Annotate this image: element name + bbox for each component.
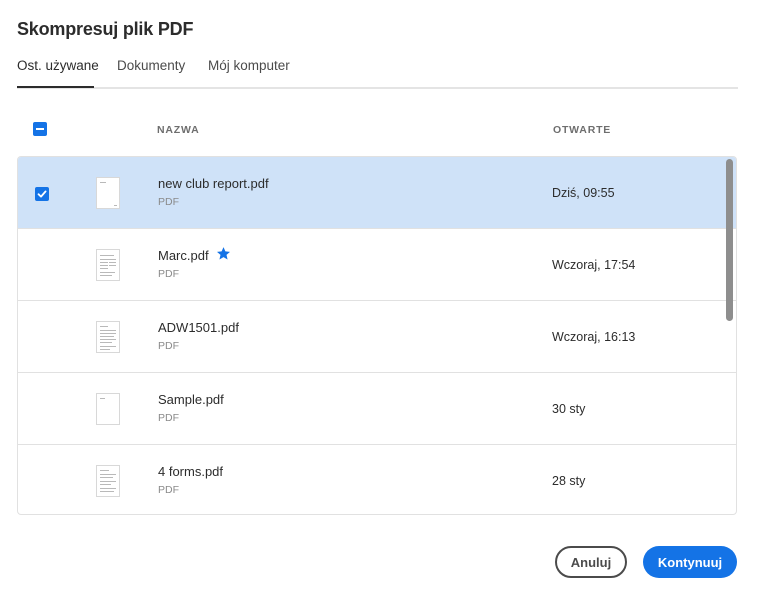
file-type: PDF (158, 268, 179, 280)
file-type: PDF (158, 412, 179, 424)
table-header: NAZWA OTWARTE (17, 118, 738, 142)
star-icon[interactable] (216, 246, 231, 261)
pdf-thumbnail-icon (96, 393, 120, 425)
tab-recent[interactable]: Ost. używane (17, 58, 99, 73)
tab-documents[interactable]: Dokumenty (117, 58, 185, 73)
file-opened-date: Wczoraj, 16:13 (552, 330, 636, 344)
scrollbar-thumb[interactable] (726, 159, 733, 321)
file-name: ADW1501.pdf (158, 320, 239, 335)
continue-button[interactable]: Kontynuuj (643, 546, 737, 578)
pdf-thumbnail-icon (96, 465, 120, 497)
file-list: new club report.pdf PDF Dziś, 09:55 Marc… (17, 156, 737, 515)
file-name: new club report.pdf (158, 176, 269, 191)
file-opened-date: 30 sty (552, 402, 586, 416)
file-type: PDF (158, 340, 179, 352)
table-row[interactable]: ADW1501.pdf PDF Wczoraj, 16:13 (18, 301, 736, 373)
table-row[interactable]: Marc.pdf PDF Wczoraj, 17:54 (18, 229, 736, 301)
file-name: 4 forms.pdf (158, 464, 224, 479)
select-all-checkbox[interactable] (33, 122, 47, 136)
tab-bar: Ost. używane Dokumenty Mój komputer (17, 57, 738, 89)
column-header-name[interactable]: NAZWA (157, 124, 200, 136)
pdf-thumbnail-icon (96, 249, 120, 281)
file-opened-date: 28 sty (552, 474, 586, 488)
tab-my-computer[interactable]: Mój komputer (208, 58, 290, 73)
file-type: PDF (158, 196, 179, 208)
dialog-title: Skompresuj plik PDF (17, 19, 194, 39)
table-row[interactable]: new club report.pdf PDF Dziś, 09:55 (18, 157, 736, 229)
file-opened-date: Wczoraj, 17:54 (552, 258, 636, 272)
file-name: Sample.pdf (158, 392, 224, 407)
column-header-opened[interactable]: OTWARTE (553, 124, 611, 136)
file-opened-date: Dziś, 09:55 (552, 186, 615, 200)
active-tab-indicator (17, 86, 94, 88)
table-row[interactable]: Sample.pdf PDF 30 sty (18, 373, 736, 445)
table-row[interactable]: 4 forms.pdf PDF 28 sty (18, 445, 736, 514)
cancel-button[interactable]: Anuluj (555, 546, 627, 578)
file-name: Marc.pdf (158, 248, 209, 263)
file-type: PDF (158, 484, 179, 496)
pdf-thumbnail-icon (96, 177, 120, 209)
row-checkbox-checked-icon[interactable] (35, 187, 49, 201)
pdf-thumbnail-icon (96, 321, 120, 353)
